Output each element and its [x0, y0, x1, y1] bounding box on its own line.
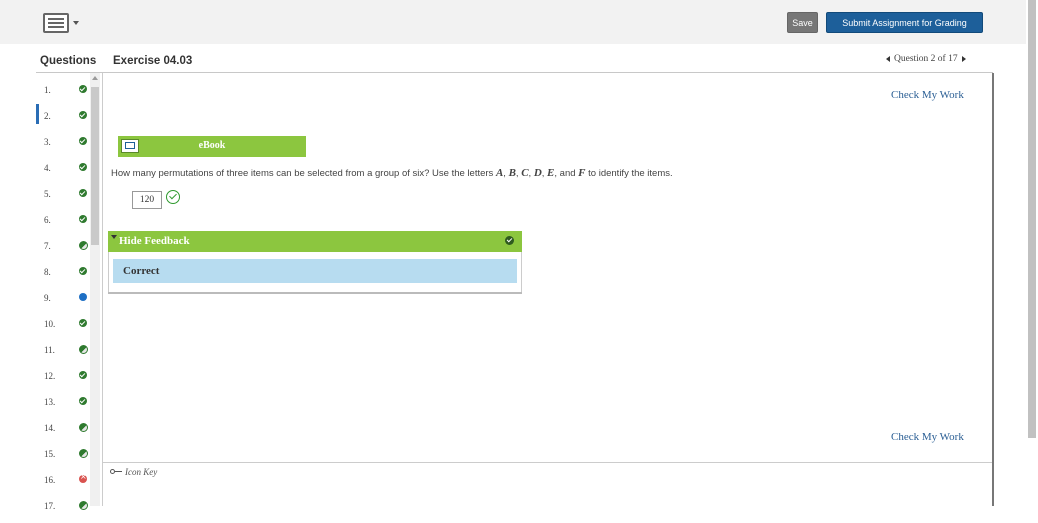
- question-number: 9.: [44, 293, 51, 303]
- question-navigator: Question 2 of 17: [886, 54, 966, 64]
- exercise-title: Exercise 04.03: [113, 55, 193, 67]
- caret-down-icon: [111, 235, 117, 239]
- question-item[interactable]: 12.: [36, 367, 88, 393]
- question-number: 11.: [44, 345, 55, 355]
- submit-assignment-button[interactable]: Submit Assignment for Grading: [826, 12, 983, 33]
- status-done-icon: [79, 371, 87, 379]
- correct-check-icon: [166, 190, 180, 204]
- question-text: How many permutations of three items can…: [111, 167, 673, 179]
- question-number: 12.: [44, 371, 56, 381]
- question-number: 1.: [44, 85, 51, 95]
- questions-heading: Questions: [40, 55, 97, 67]
- question-item[interactable]: 14.: [36, 419, 88, 445]
- question-number: 7.: [44, 241, 51, 251]
- status-partial-icon: [79, 241, 88, 250]
- chevron-down-icon: [73, 21, 79, 25]
- ebook-label: eBook: [198, 140, 226, 151]
- previous-question-arrow-icon[interactable]: [886, 56, 890, 62]
- status-done-icon: [79, 319, 87, 327]
- question-item[interactable]: 15.: [36, 445, 88, 471]
- status-done-icon: [79, 215, 87, 223]
- question-item[interactable]: 1.: [36, 81, 88, 107]
- check-circle-icon: [505, 236, 514, 245]
- question-number: 3.: [44, 137, 51, 147]
- hide-feedback-toggle[interactable]: Hide Feedback: [108, 231, 522, 252]
- question-number: 14.: [44, 423, 56, 433]
- keyboard-icon: [43, 13, 69, 33]
- scroll-up-icon[interactable]: [92, 76, 98, 80]
- status-done-icon: [79, 85, 87, 93]
- feedback-body: Correct: [108, 252, 522, 293]
- status-done-icon: [79, 111, 87, 119]
- save-button[interactable]: Save: [787, 12, 818, 33]
- question-number: 5.: [44, 189, 51, 199]
- status-partial-icon: [79, 423, 88, 432]
- status-done-icon: [79, 397, 87, 405]
- question-item[interactable]: 6.: [36, 211, 88, 237]
- question-number: 4.: [44, 163, 51, 173]
- question-number: 13.: [44, 397, 56, 407]
- feedback-divider: [108, 292, 522, 294]
- icon-key-label: Icon Key: [125, 467, 158, 477]
- key-icon: [110, 468, 122, 476]
- question-item[interactable]: 7.: [36, 237, 88, 263]
- question-item[interactable]: 8.: [36, 263, 88, 289]
- status-wrong-icon: [79, 472, 87, 483]
- question-item[interactable]: 13.: [36, 393, 88, 419]
- answer-input[interactable]: 120: [132, 191, 162, 209]
- question-number: 10.: [44, 319, 56, 329]
- question-item[interactable]: 9.: [36, 289, 88, 315]
- status-dot-icon: [79, 293, 87, 301]
- question-counter: Question 2 of 17: [894, 54, 958, 64]
- keyboard-menu-button[interactable]: [43, 13, 81, 35]
- question-number: 2.: [44, 111, 51, 121]
- feedback-result-banner: Correct: [113, 259, 517, 283]
- status-partial-icon: [79, 345, 88, 354]
- question-number: 16.: [44, 475, 56, 485]
- question-number: 6.: [44, 215, 51, 225]
- next-question-arrow-icon[interactable]: [961, 56, 966, 62]
- question-item[interactable]: 10.: [36, 315, 88, 341]
- question-item[interactable]: 2.: [36, 104, 88, 133]
- question-item[interactable]: 5.: [36, 185, 88, 211]
- question-item[interactable]: 17.: [36, 497, 88, 523]
- question-item[interactable]: 3.: [36, 133, 88, 159]
- status-done-icon: [79, 189, 87, 197]
- check-my-work-bottom-link[interactable]: Check My Work: [891, 431, 964, 443]
- status-done-icon: [79, 267, 87, 275]
- question-number: 15.: [44, 449, 56, 459]
- page-scroll-thumb[interactable]: [1028, 0, 1036, 438]
- status-partial-icon: [79, 449, 88, 458]
- footer-divider: [103, 462, 992, 463]
- status-done-icon: [79, 137, 87, 145]
- check-my-work-top-link[interactable]: Check My Work: [891, 89, 964, 101]
- question-number: 17.: [44, 501, 56, 511]
- question-number: 8.: [44, 267, 51, 277]
- icon-key-link[interactable]: Icon Key: [110, 467, 157, 477]
- question-item[interactable]: 11.: [36, 341, 88, 367]
- question-item[interactable]: 16.: [36, 471, 88, 497]
- feedback-result-text: Correct: [123, 265, 160, 277]
- feedback-header-label: Hide Feedback: [119, 235, 190, 247]
- ebook-button[interactable]: eBook: [118, 136, 306, 157]
- question-item[interactable]: 4.: [36, 159, 88, 185]
- sidebar-scroll-thumb[interactable]: [91, 87, 99, 245]
- status-done-icon: [79, 163, 87, 171]
- question-list-sidebar: 1. 2. 3. 4. 5. 6. 7. 8. 9. 10. 11. 12. 13. 14. 15. 16. 1…: [36, 73, 103, 511]
